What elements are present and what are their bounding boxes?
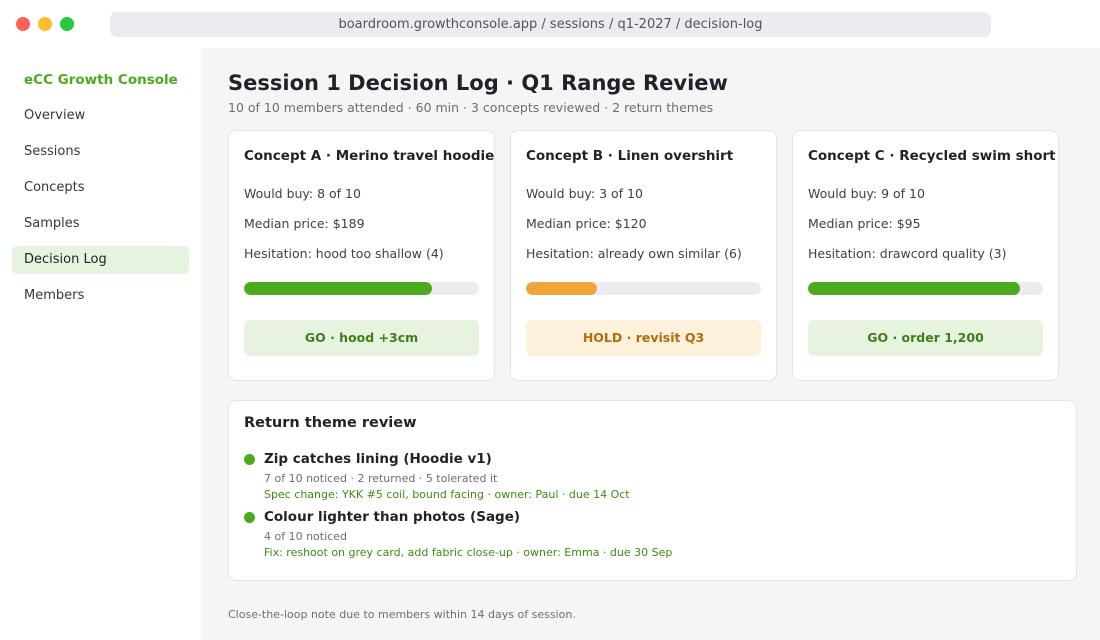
would-buy: Would buy: 8 of 10 xyxy=(244,186,361,201)
sidebar: eCC Growth Console Overview Sessions Con… xyxy=(0,48,201,640)
sidebar-item-decision-log[interactable]: Decision Log xyxy=(12,246,189,274)
minimize-window-button[interactable] xyxy=(38,17,52,31)
hesitation: Hesitation: already own similar (6) xyxy=(526,246,742,261)
theme-title: Zip catches lining (Hoodie v1) xyxy=(264,451,492,467)
sidebar-item-members[interactable]: Members xyxy=(12,282,189,310)
main-content: Session 1 Decision Log · Q1 Range Review… xyxy=(201,48,1100,640)
theme-stats: 4 of 10 noticed xyxy=(264,530,347,543)
would-buy-bar xyxy=(808,282,1043,295)
hesitation: Hesitation: hood too shallow (4) xyxy=(244,246,444,261)
status-dot-icon xyxy=(244,512,255,523)
brand-name: eCC Growth Console xyxy=(24,72,178,88)
status-dot-icon xyxy=(244,454,255,465)
concept-card-a: Concept A · Merino travel hoodie Would b… xyxy=(228,130,495,381)
would-buy-bar-fill xyxy=(526,282,597,295)
page-title: Session 1 Decision Log · Q1 Range Review xyxy=(228,71,728,95)
would-buy: Would buy: 3 of 10 xyxy=(526,186,643,201)
verdict-badge: GO · order 1,200 xyxy=(808,320,1043,356)
median-price: Median price: $120 xyxy=(526,216,647,231)
address-bar[interactable]: boardroom.growthconsole.app / sessions /… xyxy=(110,12,991,37)
would-buy-bar-fill xyxy=(244,282,432,295)
hesitation: Hesitation: drawcord quality (3) xyxy=(808,246,1007,261)
would-buy-bar xyxy=(526,282,761,295)
window-titlebar: boardroom.growthconsole.app / sessions /… xyxy=(0,0,1100,48)
close-window-button[interactable] xyxy=(16,17,30,31)
session-meta: 10 of 10 members attended · 60 min · 3 c… xyxy=(228,100,714,115)
concept-card-c: Concept C · Recycled swim short Would bu… xyxy=(792,130,1059,381)
sidebar-nav: Overview Sessions Concepts Samples Decis… xyxy=(12,102,189,318)
theme-action: Spec change: YKK #5 coil, bound facing ·… xyxy=(264,488,630,501)
verdict-badge: GO · hood +3cm xyxy=(244,320,479,356)
concept-card-b: Concept B · Linen overshirt Would buy: 3… xyxy=(510,130,777,381)
median-price: Median price: $189 xyxy=(244,216,365,231)
would-buy: Would buy: 9 of 10 xyxy=(808,186,925,201)
panel-title: Return theme review xyxy=(244,415,417,431)
concept-title: Concept A · Merino travel hoodie xyxy=(244,148,495,164)
footnote: Close-the-loop note due to members withi… xyxy=(228,608,576,621)
sidebar-item-overview[interactable]: Overview xyxy=(12,102,189,130)
theme-stats: 7 of 10 noticed · 2 returned · 5 tolerat… xyxy=(264,472,498,485)
median-price: Median price: $95 xyxy=(808,216,921,231)
sidebar-item-samples[interactable]: Samples xyxy=(12,210,189,238)
sidebar-item-sessions[interactable]: Sessions xyxy=(12,138,189,166)
verdict-badge: HOLD · revisit Q3 xyxy=(526,320,761,356)
theme-action: Fix: reshoot on grey card, add fabric cl… xyxy=(264,546,673,559)
theme-title: Colour lighter than photos (Sage) xyxy=(264,509,521,525)
concept-title: Concept B · Linen overshirt xyxy=(526,148,734,164)
would-buy-bar xyxy=(244,282,479,295)
would-buy-bar-fill xyxy=(808,282,1020,295)
return-theme-panel: Return theme review Zip catches lining (… xyxy=(228,400,1077,581)
maximize-window-button[interactable] xyxy=(60,17,74,31)
sidebar-item-concepts[interactable]: Concepts xyxy=(12,174,189,202)
concept-title: Concept C · Recycled swim short xyxy=(808,148,1056,164)
